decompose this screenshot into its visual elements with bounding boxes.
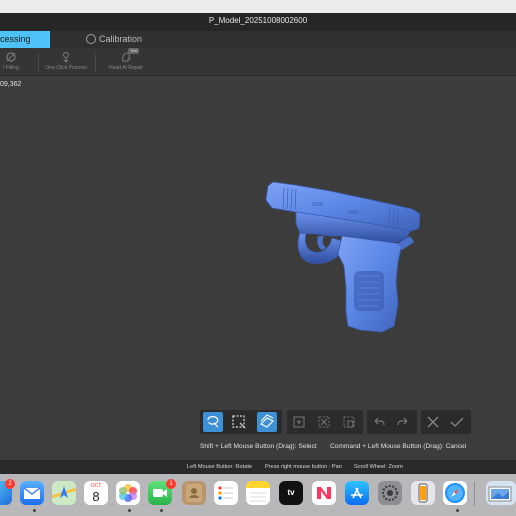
select-connected-icon [293, 416, 305, 428]
tv-label: tv [287, 488, 295, 497]
status-pan: Press right mouse button : Pan [265, 464, 342, 470]
notes-icon[interactable] [246, 481, 270, 505]
redo-button[interactable] [393, 412, 413, 432]
cancel-button[interactable] [423, 412, 443, 432]
deselect-icon [318, 416, 330, 428]
tab-calibration-label: Calibration [99, 34, 143, 44]
mail-icon[interactable] [20, 481, 44, 505]
one-click-process-button[interactable]: One-Click Process [43, 48, 89, 75]
3d-viewport[interactable]: S&W M&P [0, 76, 516, 460]
ribbon-divider [95, 54, 96, 72]
title-bar: P_Model_20251008002600 [0, 13, 516, 31]
preview-icon[interactable] [486, 481, 516, 505]
delete-selection-button[interactable] [339, 412, 359, 432]
svg-text:S&W: S&W [312, 202, 324, 208]
test-tag: Test [128, 48, 140, 54]
selection-mode-group [200, 410, 282, 434]
delete-selection-icon [343, 416, 355, 428]
undo-icon [374, 417, 385, 426]
apply-group [421, 410, 471, 434]
reminders-icon[interactable] [214, 481, 238, 505]
lasso-select-button[interactable] [203, 412, 223, 432]
calendar-icon[interactable]: OCT 8 [84, 481, 108, 505]
confirm-button[interactable] [447, 412, 467, 432]
tab-processing[interactable]: cessing [0, 31, 50, 48]
select-hint: Shift + Left Mouse Button (Drag): Select [200, 443, 317, 450]
app-store-icon[interactable] [345, 481, 369, 505]
ribbon-divider [38, 54, 39, 72]
running-indicator [456, 509, 459, 512]
status-zoom: Scroll Wheel: Zoom [354, 464, 403, 470]
head-ai-repair-button[interactable]: Test Head AI Repair [106, 48, 146, 75]
status-bar: Left Mouse Button: Rotate Press right mo… [0, 460, 516, 474]
one-click-process-label: One-Click Process [45, 65, 87, 71]
pistol-mesh: S&W M&P [265, 181, 421, 333]
rect-select-button[interactable] [229, 412, 249, 432]
hole-filling-button[interactable]: l Filling [0, 48, 26, 75]
history-group [367, 410, 417, 434]
calendar-day: 8 [92, 489, 100, 504]
crosshair-icon [86, 33, 96, 44]
confirm-icon [450, 417, 464, 427]
running-indicator [160, 509, 163, 512]
contacts-icon[interactable] [182, 481, 206, 505]
menu-bar [0, 0, 516, 13]
tab-processing-label: cessing [0, 34, 31, 44]
lasso-select-icon [207, 416, 219, 428]
ribbon-toolbar: l Filling One-Click Process Test Head AI… [0, 48, 516, 76]
hole-filling-icon [5, 51, 17, 63]
hole-filling-label: l Filling [3, 65, 19, 71]
iphone-mirroring-icon[interactable] [411, 481, 435, 505]
selection-edit-group [287, 410, 363, 434]
through-select-button[interactable] [257, 412, 277, 432]
badge: 2 [5, 479, 15, 489]
dock-divider [474, 482, 475, 506]
news-icon[interactable] [312, 481, 336, 505]
apple-tv-icon[interactable]: tv [279, 481, 303, 505]
tab-bar: cessing Calibration [0, 31, 516, 48]
head-ai-repair-label: Head AI Repair [109, 65, 143, 71]
svg-text:M&P: M&P [348, 210, 360, 216]
running-indicator [128, 509, 131, 512]
through-select-icon [259, 414, 275, 428]
undo-button[interactable] [369, 412, 389, 432]
cancel-hint: Command + Left Mouse Button (Drag): Canc… [330, 443, 467, 450]
rect-select-icon [232, 415, 246, 429]
photos-icon[interactable] [116, 481, 140, 505]
window-title: P_Model_20251008002600 [208, 16, 308, 25]
badge: 1 [166, 479, 176, 489]
maps-icon[interactable] [52, 481, 76, 505]
system-settings-icon[interactable] [378, 481, 402, 505]
running-indicator [33, 509, 36, 512]
head-ai-repair-icon: Test [120, 48, 140, 63]
tab-calibration[interactable]: Calibration [86, 31, 142, 48]
status-rotate: Left Mouse Button: Rotate [187, 464, 252, 470]
cancel-icon [427, 416, 439, 428]
deselect-button[interactable] [314, 412, 334, 432]
select-connected-button[interactable] [289, 412, 309, 432]
redo-icon [397, 417, 408, 426]
safari-icon[interactable] [443, 481, 467, 505]
one-click-icon [60, 51, 72, 63]
point-count: 09,362 [0, 81, 22, 88]
